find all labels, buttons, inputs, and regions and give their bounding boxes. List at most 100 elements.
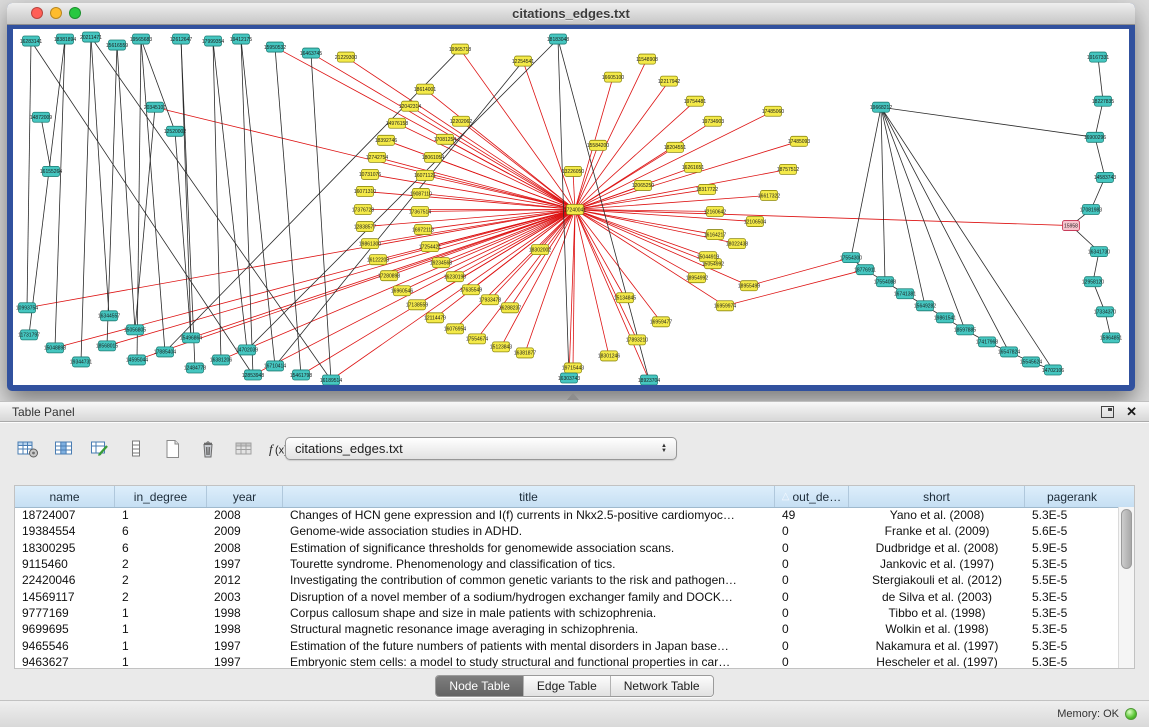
graph-node[interactable]: 17254421: [419, 242, 441, 252]
graph-node[interactable]: 16463745: [300, 48, 322, 58]
graph-node[interactable]: 18923704: [638, 375, 660, 385]
graph-node[interactable]: 19412175: [230, 34, 252, 44]
graph-node[interactable]: 17417968: [976, 337, 998, 347]
graph-node[interactable]: 12042314: [399, 101, 421, 111]
graph-node[interactable]: 16605100: [602, 72, 624, 82]
table-settings-button[interactable]: [14, 437, 42, 462]
graph-node[interactable]: 19087110: [410, 188, 432, 198]
column-header-title[interactable]: title: [283, 486, 775, 507]
graph-node[interactable]: 16710414: [264, 361, 286, 371]
graph-node[interactable]: 19734903: [702, 116, 724, 126]
graph-node[interactable]: 18614001: [414, 84, 436, 94]
table-row[interactable]: 946554611997Estimation of the future num…: [15, 637, 1119, 653]
graph-node[interactable]: 15958: [1063, 221, 1080, 231]
graph-node[interactable]: 16076954: [444, 324, 466, 334]
graph-node[interactable]: 15545624: [1020, 357, 1042, 367]
graph-node[interactable]: 16381877: [514, 348, 536, 358]
graph-node[interactable]: 19344731: [70, 357, 92, 367]
graph-node[interactable]: 16547824: [998, 347, 1020, 357]
import-table-button[interactable]: [230, 437, 258, 462]
edit-table-button[interactable]: [86, 437, 114, 462]
graph-node[interactable]: 18568015: [96, 341, 118, 351]
graph-node[interactable]: 12114479: [424, 313, 446, 323]
graph-node[interactable]: 15496864: [180, 333, 202, 343]
column-header-short[interactable]: short: [849, 486, 1025, 507]
new-document-button[interactable]: [158, 437, 186, 462]
graph-node[interactable]: 19965718: [449, 44, 471, 54]
table-selector-dropdown[interactable]: citations_edges.txt ▲ ▼: [285, 437, 677, 460]
column-header-in_degree[interactable]: in_degree: [115, 486, 207, 507]
graph-node[interactable]: 17554674: [466, 334, 488, 344]
graph-node[interactable]: 16283141: [20, 36, 42, 46]
graph-node[interactable]: 16303743: [558, 373, 580, 383]
table-row[interactable]: 911546021997Tourette syndrome. Phenomeno…: [15, 556, 1119, 572]
graph-node[interactable]: 19861541: [934, 313, 956, 323]
graph-node[interactable]: 18776911: [854, 265, 876, 275]
column-header-out_de[interactable]: △out_de…: [775, 486, 849, 507]
graph-node[interactable]: 18301246: [598, 351, 620, 361]
minimize-window-button[interactable]: [50, 7, 62, 19]
graph-node[interactable]: 17240041: [564, 204, 586, 214]
graph-node[interactable]: 16071310: [354, 186, 376, 196]
graph-node[interactable]: 17081983: [1080, 204, 1102, 214]
graph-node[interactable]: 17554300: [840, 253, 862, 263]
graph-node[interactable]: 18392746: [375, 135, 397, 145]
graph-node[interactable]: 16959477: [650, 317, 672, 327]
graph-node[interactable]: 18317722: [696, 184, 718, 194]
graph-node[interactable]: 17367514: [409, 206, 431, 216]
graph-node[interactable]: 12742754: [366, 152, 388, 162]
graph-node[interactable]: 12202062: [450, 116, 472, 126]
graph-node[interactable]: 17999354: [202, 36, 224, 46]
graph-node[interactable]: 12838577: [354, 222, 376, 232]
graph-node[interactable]: 17334370: [1094, 307, 1116, 317]
graph-node[interactable]: 15616559: [106, 40, 128, 50]
graph-node[interactable]: 15950532: [264, 42, 286, 52]
graph-node[interactable]: 20211471: [80, 32, 102, 42]
graph-node[interactable]: 12217942: [658, 76, 680, 86]
graph-node[interactable]: 18597885: [954, 325, 976, 335]
graph-node[interactable]: 17933478: [479, 295, 501, 305]
graph-node[interactable]: 17081254: [434, 134, 456, 144]
column-header-name[interactable]: name: [15, 486, 115, 507]
graph-node[interactable]: 15048898: [44, 343, 66, 353]
window-titlebar[interactable]: citations_edges.txt: [7, 3, 1135, 25]
table-row[interactable]: 946362711997Embryonic stem cells: a mode…: [15, 654, 1119, 669]
show-columns-button[interactable]: [50, 437, 78, 462]
column-header-year[interactable]: year: [207, 486, 283, 507]
graph-node[interactable]: 12160642: [704, 206, 726, 216]
graph-node[interactable]: 16164217: [704, 230, 726, 240]
graph-node[interactable]: 16344557: [98, 311, 120, 321]
graph-node[interactable]: 19167331: [1087, 52, 1109, 62]
graph-node[interactable]: 18227835: [1092, 96, 1114, 106]
graph-node[interactable]: 15649282: [914, 301, 936, 311]
graph-node[interactable]: 15134845: [614, 293, 636, 303]
graph-node[interactable]: 15461798: [290, 370, 312, 380]
graph-node[interactable]: 17138559: [406, 300, 428, 310]
table-row[interactable]: 969969511998Structural magnetic resonanc…: [15, 621, 1119, 637]
graph-node[interactable]: 21229300: [335, 52, 357, 62]
graph-node[interactable]: 18757512: [777, 164, 799, 174]
graph-node[interactable]: 16288237: [499, 303, 521, 313]
delete-button[interactable]: [194, 437, 222, 462]
graph-node[interactable]: 16155264: [40, 166, 62, 176]
graph-node[interactable]: 12065250: [632, 180, 654, 190]
table-row[interactable]: 1830029562008Estimation of significance …: [15, 540, 1119, 556]
tab-node-table[interactable]: Node Table: [436, 676, 523, 696]
graph-node[interactable]: 16741381: [894, 289, 916, 299]
table-row[interactable]: 977716911998Corpus callosum shape and si…: [15, 605, 1119, 621]
tab-edge-table[interactable]: Edge Table: [523, 676, 610, 696]
graph-node[interactable]: 16230190: [444, 272, 466, 282]
graph-node[interactable]: 12520002: [164, 126, 186, 136]
vertical-scrollbar[interactable]: [1118, 507, 1134, 668]
column-header-pagerank[interactable]: pagerank: [1025, 486, 1119, 507]
table-row[interactable]: 1872400712008Changes of HCN gene express…: [15, 507, 1119, 523]
graph-node[interactable]: 16960546: [391, 286, 413, 296]
graph-node[interactable]: 18954992: [686, 273, 708, 283]
splitter-grip[interactable]: [567, 393, 579, 400]
graph-node[interactable]: 16189514: [320, 375, 342, 385]
float-panel-icon[interactable]: [1101, 406, 1114, 418]
graph-node[interactable]: 11731797: [18, 330, 40, 340]
graph-node[interactable]: 16071121: [414, 170, 436, 180]
network-canvas[interactable]: 1724004121229300199657181225454116605100…: [13, 29, 1129, 385]
graph-node[interactable]: 15056805: [124, 325, 146, 335]
